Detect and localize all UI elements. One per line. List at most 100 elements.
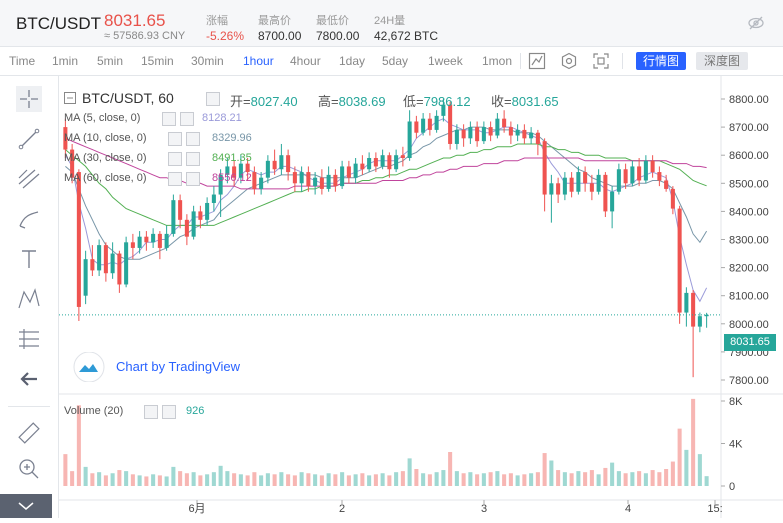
candle xyxy=(272,160,277,170)
ruler-levels-icon[interactable] xyxy=(16,326,42,352)
candle xyxy=(515,129,520,136)
collapse-legend-icon[interactable] xyxy=(64,92,76,104)
volume-bar xyxy=(677,428,682,486)
kline-view-button[interactable]: 行情图 xyxy=(636,52,686,70)
interval-15min[interactable]: 15min xyxy=(141,54,174,68)
zoom-in-icon[interactable] xyxy=(16,456,42,482)
candle xyxy=(454,129,459,144)
price-axis-label: 8000.00 xyxy=(729,319,769,331)
volume-bar xyxy=(623,473,628,486)
last-price: 8031.65 xyxy=(104,11,166,30)
volume-bar xyxy=(508,473,513,486)
volume-bar xyxy=(218,465,223,486)
depth-view-button[interactable]: 深度图 xyxy=(696,52,748,70)
candle xyxy=(461,129,466,139)
interval-time[interactable]: Time xyxy=(9,54,35,68)
ma5-close-icon[interactable] xyxy=(180,112,194,126)
pair-name: BTC/USDT xyxy=(16,14,101,33)
interval-5min[interactable]: 5min xyxy=(97,54,123,68)
candle xyxy=(97,245,102,271)
candle xyxy=(684,292,689,313)
candle xyxy=(583,172,588,184)
time-axis-label: 2 xyxy=(339,503,345,515)
back-arrow-icon[interactable] xyxy=(16,366,42,392)
tradingview-link[interactable]: Chart by TradingView xyxy=(116,359,240,374)
volume24h-label: 24H量 xyxy=(374,15,406,27)
brush-icon[interactable] xyxy=(16,206,42,232)
ma10-label: MA (10, close, 0) xyxy=(64,132,147,144)
candle xyxy=(117,253,122,285)
ma10-close-icon[interactable] xyxy=(186,132,200,146)
volume-label: Volume (20) xyxy=(64,405,124,417)
candle xyxy=(387,155,392,170)
legend-settings-icon[interactable] xyxy=(206,92,220,106)
volume-bar xyxy=(225,471,230,486)
price-axis-label: 8300.00 xyxy=(729,235,769,247)
interval-1mon[interactable]: 1mon xyxy=(482,54,512,68)
volume-bar xyxy=(454,471,459,486)
candle xyxy=(279,155,284,170)
volume-bar xyxy=(373,474,378,486)
candle xyxy=(481,127,486,142)
volume-bar xyxy=(461,473,466,486)
volume-bar xyxy=(340,472,345,486)
collapse-tools-button[interactable] xyxy=(0,494,52,518)
measure-icon[interactable] xyxy=(16,420,42,446)
ma60-close-icon[interactable] xyxy=(186,172,200,186)
pattern-icon[interactable] xyxy=(16,286,42,312)
candle xyxy=(502,118,507,128)
settings-icon[interactable] xyxy=(560,52,578,70)
interval-1week[interactable]: 1week xyxy=(428,54,463,68)
volume-bar xyxy=(704,476,709,486)
volume-bar xyxy=(387,475,392,486)
volume-close-icon[interactable] xyxy=(162,405,176,419)
candle xyxy=(448,104,453,144)
volume-bar xyxy=(299,472,304,486)
volume-bar xyxy=(265,473,270,486)
volume-bar xyxy=(657,472,662,486)
interval-4hour[interactable]: 4hour xyxy=(290,54,321,68)
fib-icon[interactable] xyxy=(16,166,42,192)
volume-bar xyxy=(650,470,655,486)
interval-30min[interactable]: 30min xyxy=(191,54,224,68)
volume-bar xyxy=(353,474,358,486)
interval-1day[interactable]: 1day xyxy=(339,54,365,68)
candle xyxy=(353,163,358,178)
volume-bar xyxy=(164,476,169,486)
candle xyxy=(124,242,129,285)
volume-bar xyxy=(205,474,210,486)
volume-bar xyxy=(515,475,520,486)
last-price-axis-label: 8031.65 xyxy=(724,334,776,351)
ma60-line xyxy=(65,137,707,190)
volume-bar xyxy=(76,405,81,486)
fullscreen-icon[interactable] xyxy=(592,52,610,70)
candle xyxy=(346,166,351,178)
hide-eye-icon[interactable] xyxy=(748,16,764,30)
volume-bar xyxy=(306,473,311,486)
volume-bar xyxy=(610,462,615,486)
ma60-settings-icon[interactable] xyxy=(168,172,182,186)
candle xyxy=(171,200,176,234)
trendline-icon[interactable] xyxy=(16,126,42,152)
volume-bar xyxy=(616,471,621,486)
crosshair-icon[interactable] xyxy=(16,86,42,112)
indicator-icon[interactable] xyxy=(528,52,546,70)
interval-5day[interactable]: 5day xyxy=(382,54,408,68)
candle xyxy=(542,141,547,195)
ma30-close-icon[interactable] xyxy=(186,152,200,166)
ma60-value: 8556.12 xyxy=(212,172,252,184)
candle xyxy=(394,155,399,170)
ma10-settings-icon[interactable] xyxy=(168,132,182,146)
candle xyxy=(427,118,432,130)
volume-bar xyxy=(569,473,574,486)
candle xyxy=(151,233,156,243)
volume-settings-icon[interactable] xyxy=(144,405,158,419)
volume-bar xyxy=(178,471,183,486)
interval-1hour[interactable]: 1hour xyxy=(243,54,274,68)
ma30-settings-icon[interactable] xyxy=(168,152,182,166)
high-value: 8700.00 xyxy=(258,29,302,43)
interval-1min[interactable]: 1min xyxy=(52,54,78,68)
price-axis-label: 8100.00 xyxy=(729,291,769,303)
text-tool-icon[interactable] xyxy=(16,246,42,272)
ma5-settings-icon[interactable] xyxy=(162,112,176,126)
